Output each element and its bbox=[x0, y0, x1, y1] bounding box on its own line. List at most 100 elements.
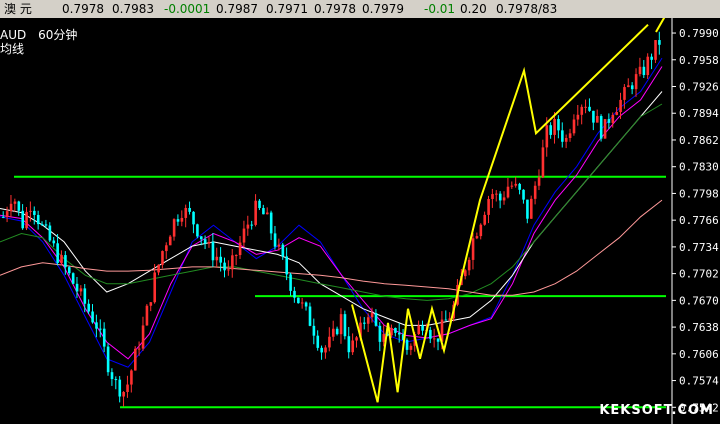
period: 60分钟 bbox=[38, 28, 78, 42]
y-tick-label: 0.7766 bbox=[679, 214, 719, 227]
candle-down bbox=[398, 332, 401, 335]
candle-up bbox=[603, 119, 607, 139]
y-tick-label: 0.7670 bbox=[679, 294, 719, 307]
candle-up bbox=[130, 370, 133, 385]
candle-up bbox=[409, 345, 413, 350]
candle-up bbox=[471, 238, 475, 260]
y-tick-label: 0.7894 bbox=[679, 107, 719, 120]
candle-down bbox=[592, 110, 595, 123]
candle-down bbox=[44, 224, 48, 226]
candle-up bbox=[576, 114, 580, 120]
candle-up bbox=[654, 40, 657, 60]
candle-up bbox=[510, 185, 514, 187]
candle-up bbox=[25, 211, 28, 229]
candle-up bbox=[533, 185, 537, 199]
candle-down bbox=[269, 212, 273, 234]
candle-up bbox=[506, 186, 510, 198]
candle-down bbox=[102, 328, 106, 347]
candle-up bbox=[390, 327, 393, 336]
candle-up bbox=[417, 325, 421, 335]
candle-up bbox=[627, 85, 630, 88]
candle-down bbox=[316, 335, 320, 348]
candle-up bbox=[502, 197, 506, 201]
quote-value: 0.7978 bbox=[62, 2, 104, 16]
candle-down bbox=[347, 336, 351, 353]
candle-up bbox=[242, 228, 246, 243]
candle-up bbox=[13, 201, 17, 204]
candle-up bbox=[564, 138, 568, 142]
candle-up bbox=[29, 210, 32, 212]
price-chart: 0.7990 0.7958 0.7926 0.7894 0.7862 0.7830 0.77… bbox=[0, 18, 719, 424]
candle-down bbox=[2, 216, 5, 218]
candle-down bbox=[518, 183, 521, 190]
candle-up bbox=[234, 255, 238, 257]
quote-value: 0.7971 bbox=[266, 2, 308, 16]
candle-up bbox=[483, 214, 487, 225]
candle-up bbox=[266, 212, 269, 215]
y-tick-label: 0.7798 bbox=[679, 187, 719, 200]
candle-up bbox=[137, 348, 141, 350]
trend-line bbox=[351, 23, 649, 403]
candle-up bbox=[611, 114, 615, 123]
candle-up bbox=[530, 198, 533, 219]
candle-up bbox=[328, 336, 331, 348]
candle-up bbox=[553, 119, 556, 135]
candle-up bbox=[432, 338, 436, 340]
candle-up bbox=[351, 340, 355, 353]
candle-down bbox=[374, 312, 378, 326]
candle-down bbox=[71, 273, 75, 284]
candle-up bbox=[172, 219, 176, 237]
candle-down bbox=[192, 211, 195, 225]
candle-down bbox=[607, 119, 611, 123]
candle-up bbox=[339, 314, 343, 335]
y-tick-label: 0.7926 bbox=[679, 81, 719, 94]
candle-up bbox=[227, 269, 230, 271]
candle-down bbox=[557, 119, 560, 131]
candle-down bbox=[188, 207, 191, 212]
quote-value: 0.7983 bbox=[112, 2, 154, 16]
candle-down bbox=[281, 244, 285, 257]
candle-down bbox=[36, 214, 40, 225]
candle-down bbox=[642, 66, 646, 76]
y-tick-label: 0.7606 bbox=[679, 348, 719, 361]
y-tick-label: 0.7702 bbox=[679, 268, 719, 281]
candle-down bbox=[297, 297, 300, 304]
candle-down bbox=[304, 302, 308, 307]
candle-up bbox=[165, 245, 168, 252]
candle-up bbox=[545, 125, 549, 148]
candle-up bbox=[9, 203, 13, 212]
moving-average-line bbox=[0, 66, 663, 360]
candle-up bbox=[246, 224, 250, 229]
candle-down bbox=[343, 314, 347, 337]
candle-up bbox=[153, 272, 157, 303]
moving-average-line bbox=[0, 57, 663, 368]
candle-up bbox=[5, 211, 9, 217]
candle-down bbox=[429, 329, 432, 339]
candle-down bbox=[630, 85, 634, 90]
candle-up bbox=[491, 194, 494, 200]
candle-down bbox=[498, 193, 502, 201]
candle-down bbox=[114, 379, 118, 381]
candle-down bbox=[522, 189, 525, 200]
candle-up bbox=[634, 74, 638, 90]
candle-up bbox=[207, 241, 211, 244]
candle-up bbox=[79, 288, 83, 292]
candle-up bbox=[231, 255, 234, 270]
candle-up bbox=[623, 87, 626, 100]
candle-down bbox=[203, 239, 207, 244]
candle-down bbox=[378, 325, 382, 342]
y-tick-label: 0.7638 bbox=[679, 321, 719, 334]
candle-up bbox=[180, 217, 184, 222]
candle-up bbox=[572, 119, 576, 134]
candle-up bbox=[646, 56, 650, 76]
candle-down bbox=[33, 210, 36, 215]
candle-down bbox=[250, 224, 254, 226]
quote-value: 0.7987 bbox=[216, 2, 258, 16]
y-tick-label: 0.7990 bbox=[679, 27, 719, 40]
candle-up bbox=[537, 177, 541, 186]
target-arrow-icon bbox=[655, 18, 666, 33]
candle-up bbox=[332, 328, 335, 337]
candle-down bbox=[394, 327, 397, 333]
candle-up bbox=[467, 259, 471, 271]
candle-down bbox=[561, 130, 564, 142]
